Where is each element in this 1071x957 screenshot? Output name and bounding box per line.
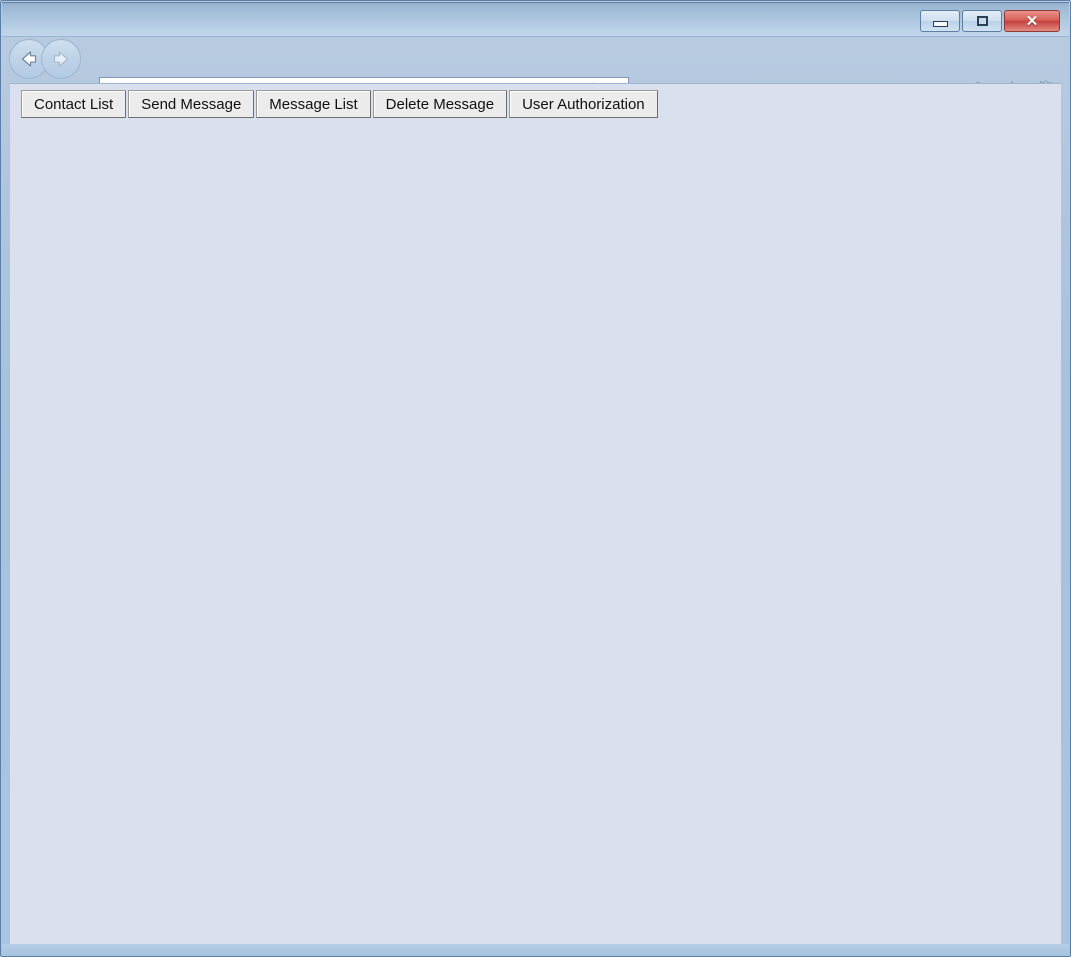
back-arrow-icon — [21, 51, 37, 67]
window-controls: ✕ — [920, 10, 1060, 32]
page-menu-bar: Contact List Send Message Message List D… — [21, 90, 658, 118]
minimize-button[interactable] — [920, 10, 960, 32]
menu-button-contact-list[interactable]: Contact List — [21, 90, 127, 118]
forward-arrow-icon — [53, 51, 69, 67]
window-bottom-frame — [2, 944, 1069, 955]
close-icon: ✕ — [1025, 12, 1039, 30]
title-bar: ✕ — [2, 2, 1069, 37]
minimize-icon — [932, 21, 948, 27]
menu-button-send-message[interactable]: Send Message — [128, 90, 255, 118]
menu-button-message-list[interactable]: Message List — [256, 90, 371, 118]
forward-button[interactable] — [41, 39, 81, 79]
restore-icon — [976, 16, 988, 26]
menu-button-delete-message[interactable]: Delete Message — [372, 90, 508, 118]
navigation-toolbar: http://localhost:8080/Whatsup.dll — [2, 36, 1069, 118]
restore-button[interactable] — [962, 10, 1002, 32]
close-button[interactable]: ✕ — [1004, 10, 1060, 32]
menu-button-user-authorization[interactable]: User Authorization — [509, 90, 658, 118]
page-content: Contact List Send Message Message List D… — [10, 83, 1061, 945]
browser-window: ✕ Contact List Send Message Message List… — [0, 0, 1071, 957]
nav-arrow-group — [9, 39, 99, 79]
